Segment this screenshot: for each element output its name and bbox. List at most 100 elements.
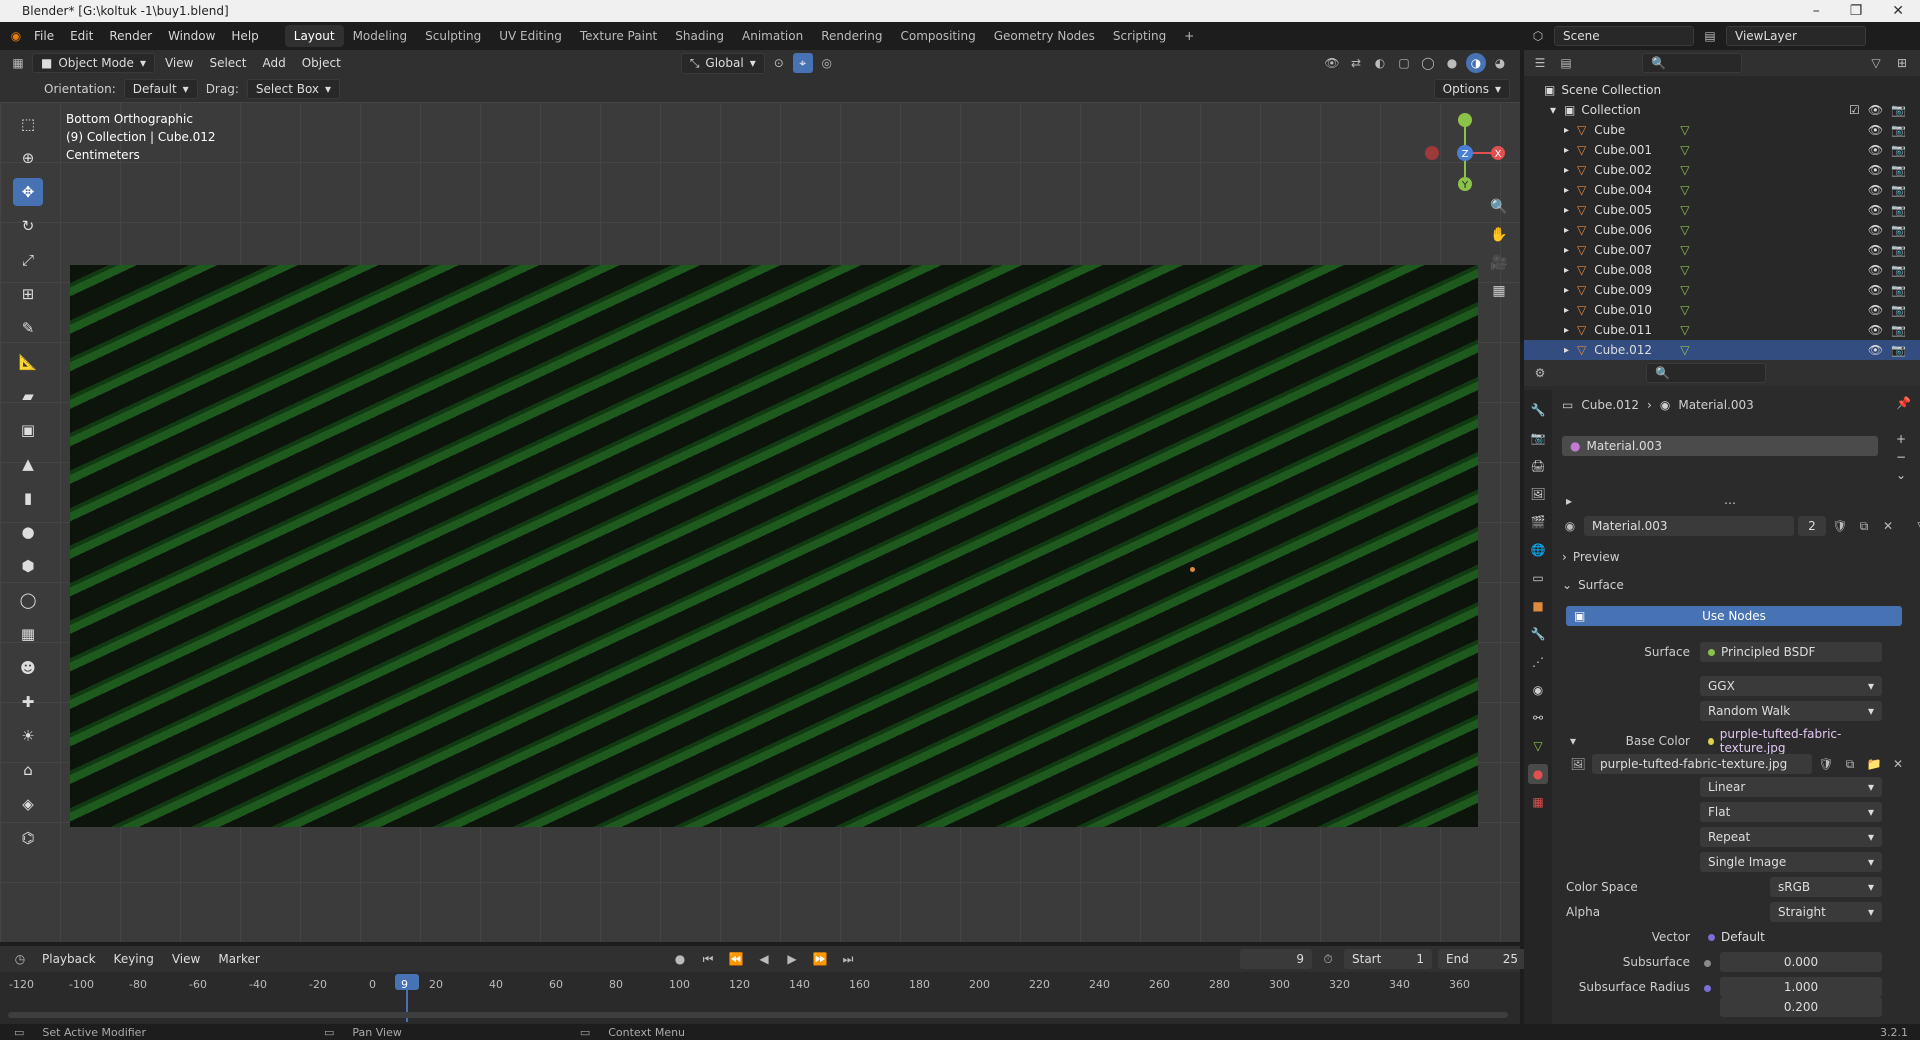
view-layer-selector[interactable]: ViewLayer xyxy=(1726,26,1866,46)
camera-icon[interactable]: 📷 xyxy=(1891,123,1906,137)
navigation-gizmo[interactable]: Z X Y xyxy=(1420,108,1510,198)
gizmo-x-negative[interactable] xyxy=(1425,146,1439,160)
material-slot-item[interactable]: ● Material.003 xyxy=(1562,436,1878,456)
add-light-icon[interactable]: ☀ xyxy=(13,722,43,750)
proportional-edit-icon[interactable]: ◎ xyxy=(817,53,837,73)
outliner-object-row[interactable]: ▸ ▽ Cube.009 ▽ 👁 📷 xyxy=(1524,280,1920,300)
scene-selector[interactable]: Scene xyxy=(1554,26,1694,46)
view-layer-tab-icon[interactable]: 🖼 xyxy=(1528,484,1548,504)
expand-arrow-icon[interactable]: ▾ xyxy=(1550,103,1556,117)
eye-icon[interactable]: 👁 xyxy=(1868,343,1883,357)
rotate-icon[interactable]: ↻ xyxy=(13,212,43,240)
outliner-object-row[interactable]: ▸ ▽ Cube.006 ▽ 👁 📷 xyxy=(1524,220,1920,240)
snap-icon[interactable]: ⌖ xyxy=(792,53,813,73)
eye-icon[interactable]: 👁 xyxy=(1868,243,1883,257)
tab-animation[interactable]: Animation xyxy=(733,25,812,47)
camera-icon[interactable]: 📷 xyxy=(1891,303,1906,317)
jump-start-icon[interactable]: ⏮ xyxy=(698,949,718,969)
menu-window[interactable]: Window xyxy=(160,29,223,43)
move-icon[interactable]: ✥ xyxy=(13,178,43,206)
camera-view-icon[interactable]: 🎥 xyxy=(1488,252,1510,274)
outliner-object-row[interactable]: ▸ ▽ Cube.004 ▽ 👁 📷 xyxy=(1524,180,1920,200)
fake-user-icon[interactable]: 🛡 xyxy=(1830,516,1850,536)
resize-handle-icon[interactable]: ⋯ xyxy=(1724,496,1736,510)
expand-arrow-icon[interactable]: ▸ xyxy=(1564,205,1569,216)
menu-timeline-view[interactable]: View xyxy=(166,950,206,968)
extension-dropdown[interactable]: Repeat ▾ xyxy=(1700,827,1882,847)
alpha-dropdown[interactable]: Straight ▾ xyxy=(1770,902,1882,922)
gizmo-y-positive[interactable] xyxy=(1458,113,1472,127)
blender-logo-icon[interactable]: ◉ xyxy=(6,26,26,46)
expand-arrow-icon[interactable]: ▸ xyxy=(1564,225,1569,236)
add-camera-icon[interactable]: ⌂ xyxy=(13,756,43,784)
textured-plane[interactable] xyxy=(70,265,1478,827)
record-icon[interactable]: ● xyxy=(670,949,690,969)
tab-compositing[interactable]: Compositing xyxy=(891,25,984,47)
overlay-icon[interactable]: ◐ xyxy=(1370,53,1390,73)
transform-orientation[interactable]: ⤡ Global ▾ xyxy=(680,52,765,74)
add-slot-icon[interactable]: + xyxy=(1896,432,1906,446)
material-browse-icon[interactable]: ◉ xyxy=(1560,516,1580,536)
menu-view[interactable]: View xyxy=(159,54,199,72)
menu-render[interactable]: Render xyxy=(101,29,160,43)
menu-object[interactable]: Object xyxy=(296,54,347,72)
texture-tab-icon[interactable]: ▦ xyxy=(1528,792,1548,812)
camera-icon[interactable]: 📷 xyxy=(1891,183,1906,197)
add-cone-icon[interactable]: ▲ xyxy=(13,450,43,478)
subsurface-slider[interactable]: 0.000 xyxy=(1720,952,1882,972)
expand-slots-icon[interactable]: ▸ xyxy=(1566,494,1572,508)
eye-icon[interactable]: 👁 xyxy=(1868,223,1883,237)
properties-editor-icon[interactable]: ⚙ xyxy=(1530,363,1550,383)
tab-shading[interactable]: Shading xyxy=(666,25,733,47)
source-dropdown[interactable]: Single Image ▾ xyxy=(1700,852,1882,872)
expand-arrow-icon[interactable]: ▸ xyxy=(1564,185,1569,196)
camera-icon[interactable]: 📷 xyxy=(1891,203,1906,217)
rendered-shading-icon[interactable]: ◕ xyxy=(1490,53,1510,73)
render-tab-icon[interactable]: 📷 xyxy=(1528,428,1548,448)
material-name-field[interactable]: Material.003 xyxy=(1584,516,1794,536)
subsurface-radius-x-field[interactable]: 1.000 xyxy=(1720,977,1882,997)
add-cube-icon[interactable]: ▣ xyxy=(13,416,43,444)
modifier-tab-icon[interactable]: 🔧 xyxy=(1528,624,1548,644)
collection-tab-icon[interactable]: ▭ xyxy=(1528,568,1548,588)
add-workspace-button[interactable]: + xyxy=(1175,25,1203,47)
outliner[interactable]: ☰ ▤ 🔍 ▽ ⊞ ▣ Scene Collection ▾ ▣ Collection… xyxy=(1524,50,1920,360)
frame-start-field[interactable]: Start 1 xyxy=(1344,949,1432,969)
eye-icon[interactable]: 👁 xyxy=(1868,303,1883,317)
xray-icon[interactable]: ▢ xyxy=(1394,53,1414,73)
constraints-tab-icon[interactable]: ⚯ xyxy=(1528,708,1548,728)
surface-panel-header[interactable]: ⌄ Surface xyxy=(1562,578,1902,592)
expand-arrow-icon[interactable]: ▸ xyxy=(1564,345,1569,356)
duplicate-material-icon[interactable]: ⧉ xyxy=(1854,516,1874,536)
camera-icon[interactable]: 📷 xyxy=(1891,163,1906,177)
wireframe-shading-icon[interactable]: ◯ xyxy=(1418,53,1438,73)
menu-keying[interactable]: Keying xyxy=(108,950,160,968)
tab-uv-editing[interactable]: UV Editing xyxy=(490,25,571,47)
current-frame-field[interactable]: 9 xyxy=(1240,949,1312,969)
image-open-folder-icon[interactable]: 📁 xyxy=(1864,754,1884,774)
add-speaker-icon[interactable]: ◈ xyxy=(13,790,43,818)
physics-tab-icon[interactable]: ◉ xyxy=(1528,680,1548,700)
data-tab-icon[interactable]: ▽ xyxy=(1528,736,1548,756)
eye-icon[interactable]: 👁 xyxy=(1868,163,1883,177)
menu-playback[interactable]: Playback xyxy=(36,950,102,968)
eye-icon[interactable]: 👁 xyxy=(1868,103,1883,117)
cursor-icon[interactable]: ⊕ xyxy=(13,144,43,172)
add-monkey-icon[interactable]: ☻ xyxy=(13,654,43,682)
vector-field[interactable]: Default xyxy=(1700,927,1882,947)
properties-search-input[interactable]: 🔍 xyxy=(1646,363,1766,383)
material-tab-icon[interactable]: ● xyxy=(1528,764,1548,784)
pan-hand-icon[interactable]: ✋ xyxy=(1488,224,1510,246)
outliner-object-row[interactable]: ▸ ▽ Cube.012 ▽ 👁 📷 xyxy=(1524,340,1920,360)
outliner-object-row[interactable]: ▸ ▽ Cube.005 ▽ 👁 📷 xyxy=(1524,200,1920,220)
solid-shading-icon[interactable]: ● xyxy=(1442,53,1462,73)
use-nodes-button[interactable]: ▣ Use Nodes xyxy=(1566,606,1902,626)
menu-add[interactable]: Add xyxy=(256,54,291,72)
image-unlink-icon[interactable]: ✕ xyxy=(1888,754,1908,774)
material-filter-icon[interactable]: ▽ xyxy=(1912,516,1920,536)
camera-icon[interactable]: 📷 xyxy=(1891,223,1906,237)
tab-sculpting[interactable]: Sculpting xyxy=(416,25,490,47)
orientation-dropdown[interactable]: Default ▾ xyxy=(123,79,198,99)
tab-geometry-nodes[interactable]: Geometry Nodes xyxy=(985,25,1104,47)
close-button[interactable]: ✕ xyxy=(1892,3,1904,19)
